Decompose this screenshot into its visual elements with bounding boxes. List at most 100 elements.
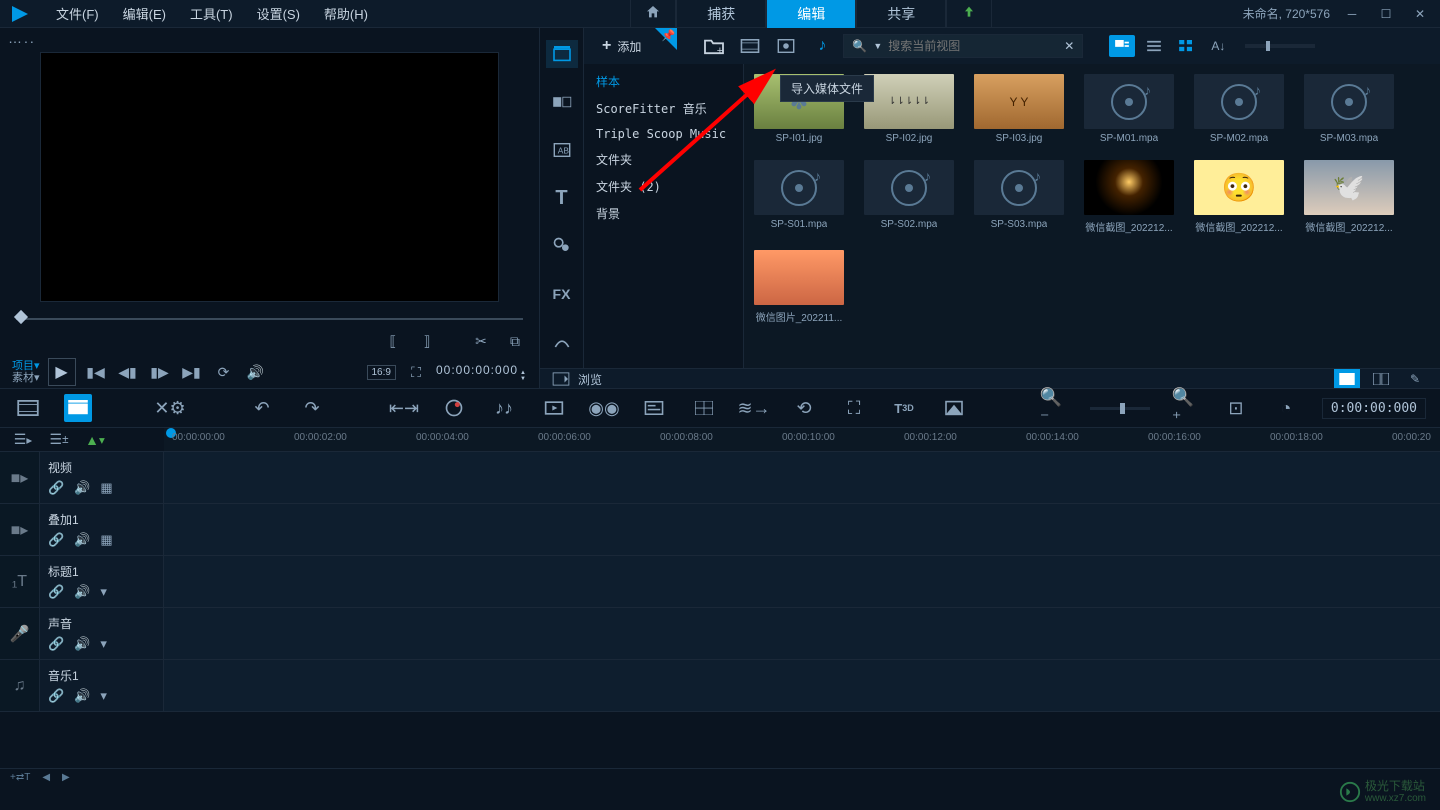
go-end-icon[interactable]: ▶▮ [180, 360, 204, 384]
filter-audio-icon[interactable]: ♪ [807, 33, 837, 59]
mute-icon[interactable]: 🔊 [74, 584, 90, 600]
storyboard-view-icon[interactable] [14, 394, 42, 422]
effects-side-icon[interactable] [546, 232, 578, 260]
track-body[interactable] [164, 556, 1440, 607]
home-button[interactable] [630, 0, 676, 31]
clock-icon[interactable]: ◔ [1272, 394, 1300, 422]
project-label[interactable]: 项目▾ [12, 360, 40, 372]
audio-mixer-icon[interactable]: ♪♪ [490, 394, 518, 422]
timeline-timecode[interactable]: 0:00:00:000 [1322, 398, 1426, 419]
timeline-view-icon[interactable] [64, 394, 92, 422]
sort-icon[interactable]: A↓ [1205, 35, 1231, 57]
folder-item[interactable]: 背景 [584, 200, 743, 227]
link-icon[interactable]: 🔗 [48, 480, 64, 496]
scroll-mode-icon[interactable]: +⇄T [10, 772, 30, 783]
snapshot-icon[interactable]: ⧉ [503, 329, 527, 353]
subtitle-icon[interactable] [640, 394, 668, 422]
track-collapse-icon[interactable]: ▾ [100, 688, 107, 704]
titles-side-icon[interactable]: AB [546, 136, 578, 164]
zoom-in-icon[interactable]: 🔍⁺ [1172, 394, 1200, 422]
tab-share[interactable]: 共享 [856, 0, 946, 31]
record-icon[interactable] [440, 394, 468, 422]
path-icon[interactable] [546, 328, 578, 356]
next-frame-icon[interactable]: ▮▶ [148, 360, 172, 384]
track-body[interactable] [164, 452, 1440, 503]
tab-edit[interactable]: 编辑 [766, 0, 856, 31]
color-icon[interactable]: ◉◉ [590, 394, 618, 422]
view-list-icon[interactable] [1141, 35, 1167, 57]
folder-item[interactable]: 文件夹 [584, 146, 743, 173]
undo-icon[interactable]: ↶ [248, 394, 276, 422]
scroll-right-icon[interactable]: ▶ [62, 772, 70, 783]
add-media-button[interactable]: + 添加 [594, 33, 649, 59]
mark-in-icon[interactable]: ⟦ [381, 329, 405, 353]
clear-search-icon[interactable]: ✕ [1064, 39, 1074, 53]
mask-icon[interactable] [940, 394, 968, 422]
folder-item[interactable]: ScoreFitter 音乐 [584, 95, 743, 122]
search-box[interactable]: 🔍 ▼ ✕ [843, 34, 1083, 58]
loop-icon[interactable]: ⟳ [212, 360, 236, 384]
import-folder-icon[interactable]: + [699, 33, 729, 59]
minimize-button[interactable]: ─ [1340, 5, 1364, 23]
browse-collapse-icon[interactable] [552, 372, 570, 386]
scroll-left-icon[interactable]: ◀ [42, 772, 50, 783]
fit-project-icon[interactable]: ⊡ [1222, 394, 1250, 422]
view-grid-icon[interactable] [1173, 35, 1199, 57]
mute-icon[interactable]: 🔊 [74, 636, 90, 652]
filter-photo-icon[interactable] [771, 33, 801, 59]
track-options-icon[interactable]: ☰▸ [10, 431, 36, 449]
search-input[interactable] [888, 39, 1058, 53]
track-fx-icon[interactable]: ▦ [100, 532, 112, 548]
folder-item[interactable]: 样本 [584, 68, 743, 95]
mute-icon[interactable]: 🔊 [74, 532, 90, 548]
prev-frame-icon[interactable]: ◀▮ [116, 360, 140, 384]
media-thumb[interactable]: Y YSP-I03.jpg [974, 74, 1064, 144]
media-thumb[interactable]: ⇂⇂⇂⇂⇂SP-I02.jpg [864, 74, 954, 144]
media-thumb[interactable]: SP-S03.mpa [974, 160, 1064, 234]
transitions-icon[interactable] [546, 88, 578, 116]
scrubber[interactable] [0, 310, 539, 326]
track-body[interactable] [164, 660, 1440, 711]
play-button[interactable]: ▶ [48, 358, 76, 386]
tab-capture[interactable]: 捕获 [676, 0, 766, 31]
media-thumb[interactable]: 🕊️微信截图_202212... [1304, 160, 1394, 234]
preview-timecode[interactable]: 00:00:00:000▲▼ [436, 363, 527, 382]
tools-icon[interactable]: ✕⚙ [156, 394, 184, 422]
rotate-icon[interactable]: ⟲ [790, 394, 818, 422]
motion-icon[interactable]: ≋→ [740, 394, 768, 422]
cut-icon[interactable]: ✂ [469, 329, 493, 353]
mute-icon[interactable]: 🔊 [74, 688, 90, 704]
track-collapse-icon[interactable]: ▾ [100, 584, 107, 600]
3d-text-icon[interactable]: T3D [890, 394, 918, 422]
view-tiles-icon[interactable] [1109, 35, 1135, 57]
track-body[interactable] [164, 504, 1440, 555]
thumb-size-slider[interactable] [1245, 44, 1315, 48]
time-ruler[interactable]: 00:00:00:0000:00:02:0000:00:04:0000:00:0… [164, 428, 1440, 451]
media-library-icon[interactable] [546, 40, 578, 68]
crop-icon[interactable]: ⛶ [840, 394, 868, 422]
zoom-out-icon[interactable]: 🔍⁻ [1040, 394, 1068, 422]
media-thumb[interactable]: SP-S01.mpa [754, 160, 844, 234]
chapter-icon[interactable] [540, 394, 568, 422]
track-body[interactable] [164, 608, 1440, 659]
upload-button[interactable] [946, 0, 992, 31]
mark-out-icon[interactable]: ⟧ [415, 329, 439, 353]
browse-label[interactable]: 浏览 [578, 371, 602, 388]
mute-icon[interactable]: 🔊 [74, 480, 90, 496]
panel-media-icon[interactable] [1334, 369, 1360, 389]
menu-settings[interactable]: 设置(S) [245, 0, 312, 27]
go-start-icon[interactable]: ▮◀ [84, 360, 108, 384]
close-button[interactable]: ✕ [1408, 5, 1432, 23]
track-marker-icon[interactable]: ▲▾ [82, 431, 108, 449]
menu-tools[interactable]: 工具(T) [178, 0, 245, 27]
aspect-ratio[interactable]: 16:9 [367, 365, 396, 380]
link-icon[interactable]: 🔗 [48, 688, 64, 704]
media-thumb[interactable]: 😳微信截图_202212... [1194, 160, 1284, 234]
track-add-icon[interactable]: ☰± [46, 431, 72, 449]
panel-split-icon[interactable] [1368, 369, 1394, 389]
fit-icon[interactable]: ⇤⇥ [390, 394, 418, 422]
link-icon[interactable]: 🔗 [48, 636, 64, 652]
filter-video-icon[interactable] [735, 33, 765, 59]
pin-icon[interactable]: 📌 [662, 29, 676, 42]
menu-edit[interactable]: 编辑(E) [111, 0, 178, 27]
